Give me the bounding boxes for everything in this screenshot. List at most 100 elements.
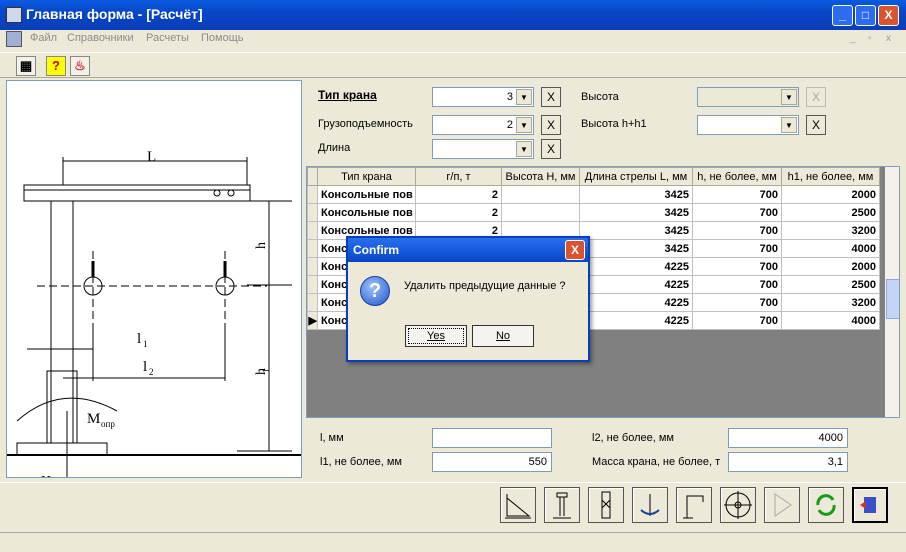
- l1-field[interactable]: 550: [432, 452, 552, 472]
- column-crane-icon[interactable]: [544, 487, 580, 523]
- l-field[interactable]: [432, 428, 552, 448]
- table-row[interactable]: Консольные пов 2 3425 700 2500: [307, 203, 880, 222]
- cell-h[interactable]: 700: [692, 185, 782, 204]
- col-h1[interactable]: h1, не более, мм: [781, 167, 880, 186]
- col-height[interactable]: Высота H, мм: [501, 167, 580, 186]
- cell-boom-length[interactable]: 4225: [579, 311, 693, 330]
- clear-length-button[interactable]: X: [541, 139, 561, 159]
- about-icon[interactable]: ♨: [70, 56, 90, 76]
- row-indicator[interactable]: ▶: [307, 311, 318, 330]
- col-capacity[interactable]: г/п, т: [415, 167, 502, 186]
- menu-file[interactable]: Файл: [30, 32, 57, 44]
- mdi-minimize-button[interactable]: _: [850, 33, 856, 44]
- cell-boom-length[interactable]: 4225: [579, 257, 693, 276]
- cell-h[interactable]: 700: [692, 239, 782, 258]
- menu-references[interactable]: Справочники: [67, 32, 134, 44]
- row-indicator[interactable]: [307, 239, 318, 258]
- cell-h1[interactable]: 3200: [781, 221, 880, 240]
- height-h-h1-combo[interactable]: ▼: [697, 115, 799, 135]
- cell-crane-type[interactable]: Консольные пов: [317, 185, 416, 204]
- cell-h[interactable]: 700: [692, 293, 782, 312]
- col-h[interactable]: h, не более, мм: [692, 167, 782, 186]
- row-indicator[interactable]: [307, 203, 318, 222]
- table-header-row: Тип крана г/п, т Высота H, мм Длина стре…: [307, 167, 880, 186]
- cell-boom-length[interactable]: 4225: [579, 275, 693, 294]
- cell-boom-length[interactable]: 4225: [579, 293, 693, 312]
- cell-h[interactable]: 700: [692, 257, 782, 276]
- cell-capacity[interactable]: 2: [415, 203, 502, 222]
- row-indicator[interactable]: [307, 275, 318, 294]
- wall-crane-icon[interactable]: [588, 487, 624, 523]
- scroll-thumb[interactable]: [886, 279, 899, 319]
- crane-console-icon[interactable]: [500, 487, 536, 523]
- capacity-combo[interactable]: 2 ▼: [432, 115, 534, 135]
- cell-h[interactable]: 700: [692, 221, 782, 240]
- dialog-title: Confirm: [353, 243, 399, 257]
- height-combo[interactable]: ▼: [697, 87, 799, 107]
- cell-h1[interactable]: 2000: [781, 257, 880, 276]
- l2-field[interactable]: 4000: [728, 428, 848, 448]
- cell-boom-length[interactable]: 3425: [579, 185, 693, 204]
- refresh-icon[interactable]: [808, 487, 844, 523]
- calculator-icon[interactable]: ▦: [16, 56, 36, 76]
- menu-calculations[interactable]: Расчеты: [146, 32, 189, 44]
- clear-height-h-h1-button[interactable]: X: [806, 115, 826, 135]
- cell-h[interactable]: 700: [692, 311, 782, 330]
- row-indicator[interactable]: [307, 293, 318, 312]
- title-bar: Главная форма - [Расчёт] _ □ X: [0, 0, 906, 30]
- rotation-icon[interactable]: [632, 487, 668, 523]
- clear-crane-type-button[interactable]: X: [541, 87, 561, 107]
- cantilever-icon[interactable]: [676, 487, 712, 523]
- cell-h1[interactable]: 4000: [781, 239, 880, 258]
- cell-h1[interactable]: 2000: [781, 185, 880, 204]
- target-icon[interactable]: [720, 487, 756, 523]
- no-button[interactable]: No: [472, 325, 534, 347]
- cell-boom-length[interactable]: 3425: [579, 203, 693, 222]
- mdi-close-button[interactable]: x: [886, 33, 891, 44]
- mass-field[interactable]: 3,1: [728, 452, 848, 472]
- chevron-down-icon[interactable]: ▼: [781, 117, 797, 133]
- height-h-h1-label: Высота h+h1: [581, 118, 647, 130]
- row-indicator[interactable]: [307, 221, 318, 240]
- app-icon[interactable]: [6, 7, 22, 23]
- close-button[interactable]: X: [878, 5, 899, 26]
- menu-help[interactable]: Помощь: [201, 32, 244, 44]
- chevron-down-icon[interactable]: ▼: [516, 89, 532, 105]
- yes-button[interactable]: Yes: [405, 325, 467, 347]
- minimize-button[interactable]: _: [832, 5, 853, 26]
- clear-height-button[interactable]: X: [806, 87, 826, 107]
- dim-h1-sub: 1: [261, 369, 271, 374]
- mdi-restore-button[interactable]: ▫: [868, 33, 872, 44]
- help-icon[interactable]: ?: [46, 56, 66, 76]
- vertical-scrollbar[interactable]: ▼: [885, 167, 899, 417]
- table-row[interactable]: Консольные пов 2 3425 700 2000: [307, 185, 880, 204]
- cell-h1[interactable]: 2500: [781, 203, 880, 222]
- chevron-down-icon[interactable]: ▼: [516, 141, 532, 157]
- row-indicator[interactable]: [307, 257, 318, 276]
- cell-capacity[interactable]: 2: [415, 185, 502, 204]
- cell-h1[interactable]: 2500: [781, 275, 880, 294]
- child-window-icon[interactable]: [6, 31, 22, 47]
- chevron-down-icon[interactable]: ▼: [516, 117, 532, 133]
- cell-crane-type[interactable]: Консольные пов: [317, 203, 416, 222]
- play-icon[interactable]: [764, 487, 800, 523]
- cell-h1[interactable]: 4000: [781, 311, 880, 330]
- clear-capacity-button[interactable]: X: [541, 115, 561, 135]
- cell-h1[interactable]: 3200: [781, 293, 880, 312]
- cell-height[interactable]: [501, 185, 580, 204]
- col-boom-length[interactable]: Длина стрелы L, мм: [579, 167, 693, 186]
- dim-l1-sub: 1: [143, 339, 148, 349]
- maximize-button[interactable]: □: [855, 5, 876, 26]
- row-indicator[interactable]: [307, 185, 318, 204]
- cell-boom-length[interactable]: 3425: [579, 239, 693, 258]
- cell-h[interactable]: 700: [692, 203, 782, 222]
- cell-boom-length[interactable]: 3425: [579, 221, 693, 240]
- cell-height[interactable]: [501, 203, 580, 222]
- crane-type-combo[interactable]: 3 ▼: [432, 87, 534, 107]
- length-combo[interactable]: ▼: [432, 139, 534, 159]
- chevron-down-icon[interactable]: ▼: [781, 89, 797, 105]
- col-crane-type[interactable]: Тип крана: [317, 167, 416, 186]
- cell-h[interactable]: 700: [692, 275, 782, 294]
- exit-icon[interactable]: [852, 487, 888, 523]
- dialog-close-button[interactable]: X: [565, 240, 585, 260]
